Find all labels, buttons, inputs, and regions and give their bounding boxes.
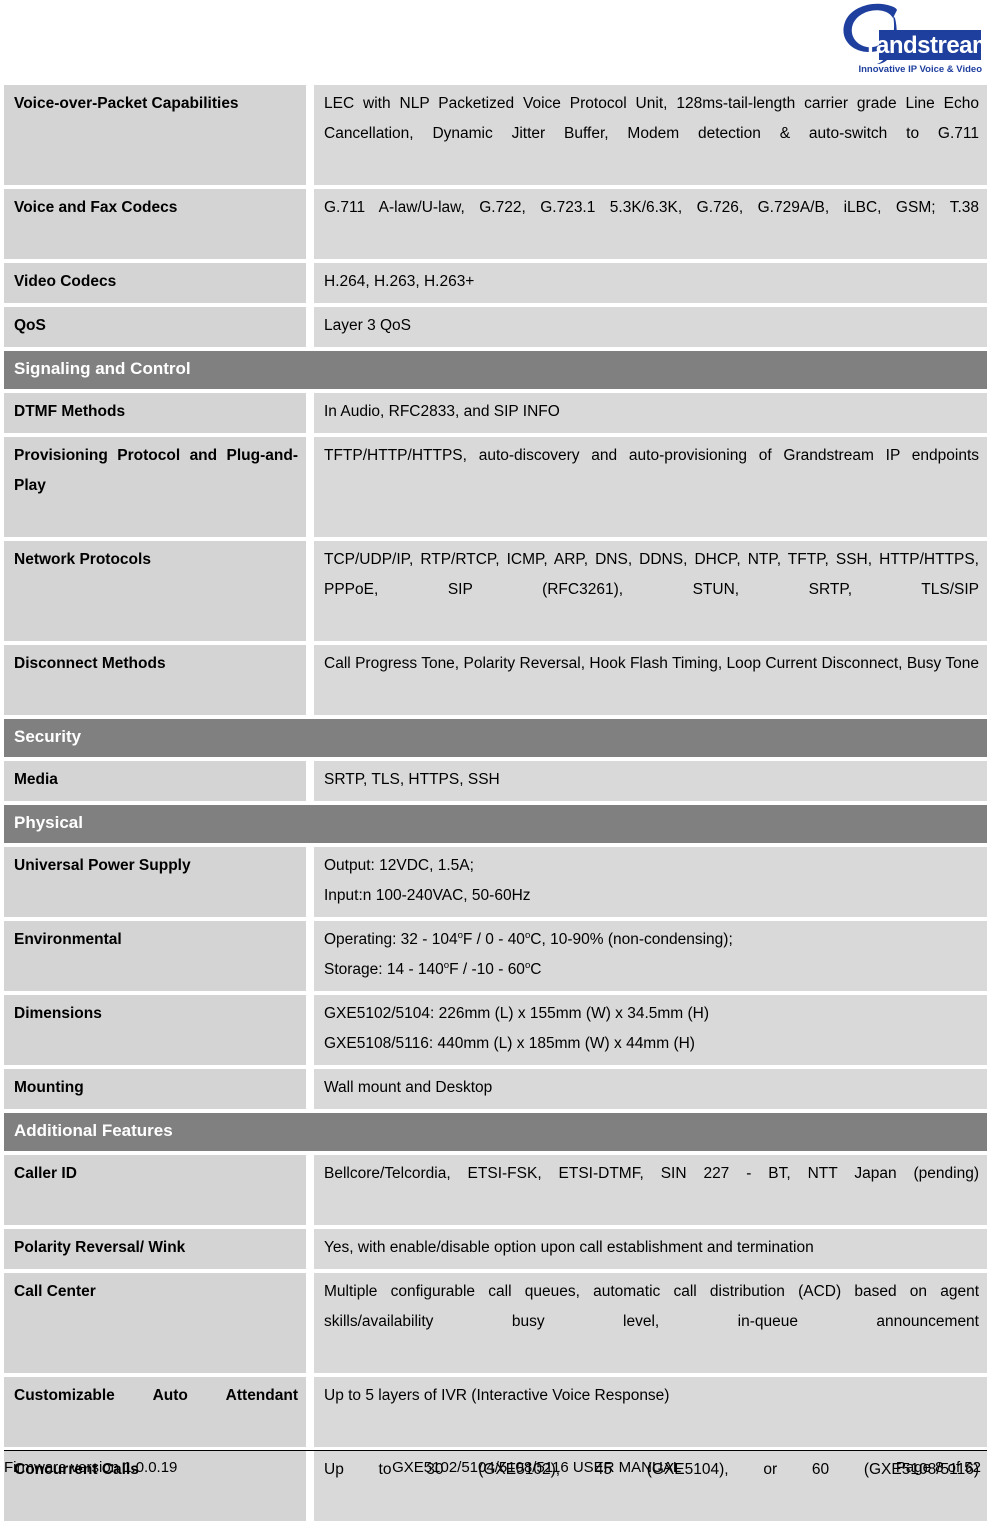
spec-label: Universal Power Supply [4,847,306,917]
column-gap [306,393,314,433]
spec-label: Mounting [4,1069,306,1109]
column-gap [306,307,314,347]
column-gap [306,189,314,259]
spec-label: Caller ID [4,1155,306,1225]
spec-label: QoS [4,307,306,347]
section-header-row: Signaling and Control [4,351,987,389]
column-gap [306,1273,314,1373]
footer-manual-title: GXE5102/5104/5108/5116 USER MANUAL [392,1459,682,1476]
spec-value: Operating: 32 - 104oF / 0 - 40oC, 10-90%… [314,921,987,991]
spec-row: Caller ID Bellcore/Telcordia, ETSI-FSK, E… [4,1155,987,1225]
column-gap [306,85,314,185]
spec-value: In Audio, RFC2833, and SIP INFO [314,393,987,433]
footer-firmware-version: Firmware version 1.0.0.19 [4,1459,178,1476]
column-gap [306,437,314,537]
spec-row: Disconnect Methods Call Progress Tone, Po… [4,645,987,715]
spec-value: TCP/UDP/IP, RTP/RTCP, ICMP, ARP, DNS, DD… [314,541,987,641]
spec-label: Network Protocols [4,541,306,641]
spec-value: H.264, H.263, H.263+ [314,263,987,303]
section-header-row: Security [4,719,987,757]
spec-row: QoS Layer 3 QoS [4,307,987,347]
section-header-label: Signaling and Control [4,351,987,389]
column-gap [306,541,314,641]
column-gap [306,1069,314,1109]
spec-value: Layer 3 QoS [314,307,987,347]
spec-value: Call Progress Tone, Polarity Reversal, H… [314,645,987,715]
spec-value: GXE5102/5104: 226mm (L) x 155mm (W) x 34… [314,995,987,1065]
section-header-row: Physical [4,805,987,843]
spec-value: TFTP/HTTP/HTTPS, auto-discovery and auto… [314,437,987,537]
spec-row: Video Codecs H.264, H.263, H.263+ [4,263,987,303]
column-gap [306,1155,314,1225]
spec-row: DTMF Methods In Audio, RFC2833, and SIP I… [4,393,987,433]
spec-value: Output: 12VDC, 1.5A; Input:n 100-240VAC, … [314,847,987,917]
column-gap [306,847,314,917]
spec-row: Universal Power Supply Output: 12VDC, 1.5… [4,847,987,917]
spec-row: Voice and Fax Codecs G.711 A-law/U-law, G… [4,189,987,259]
spec-label: DTMF Methods [4,393,306,433]
spec-row: Call Center Multiple configurable call qu… [4,1273,987,1373]
spec-value: Wall mount and Desktop [314,1069,987,1109]
spec-label: Disconnect Methods [4,645,306,715]
footer-page-number: Page 8 of 52 [895,1459,981,1476]
spec-label: Polarity Reversal/ Wink [4,1229,306,1269]
spec-row: Polarity Reversal/ Wink Yes, with enable/… [4,1229,987,1269]
spec-row: Environmental Operating: 32 - 104oF / 0 -… [4,921,987,991]
column-gap [306,645,314,715]
column-gap [306,921,314,991]
spec-label: Media [4,761,306,801]
spec-label: Voice-over-Packet Capabilities [4,85,306,185]
section-header-label: Physical [4,805,987,843]
spec-row: Network Protocols TCP/UDP/IP, RTP/RTCP, I… [4,541,987,641]
specifications-table: Voice-over-Packet Capabilities LEC with N… [4,85,987,1521]
page-footer: Firmware version 1.0.0.19 GXE5102/5104/5… [4,1450,987,1479]
spec-row: Voice-over-Packet Capabilities LEC with N… [4,85,987,185]
section-header-label: Additional Features [4,1113,987,1151]
svg-text:randstream: randstream [867,32,983,59]
spec-value: Up to 5 layers of IVR (Interactive Voice… [314,1377,987,1447]
section-header-label: Security [4,719,987,757]
column-gap [306,761,314,801]
spec-label: Environmental [4,921,306,991]
spec-value: Multiple configurable call queues, autom… [314,1273,987,1373]
spec-row: Customizable Auto Attendant Up to 5 layer… [4,1377,987,1447]
section-header-row: Additional Features [4,1113,987,1151]
spec-row: Provisioning Protocol and Plug-and-Play T… [4,437,987,537]
spec-value: LEC with NLP Packetized Voice Protocol U… [314,85,987,185]
column-gap [306,263,314,303]
spec-value: G.711 A-law/U-law, G.722, G.723.1 5.3K/6… [314,189,987,259]
spec-label: Dimensions [4,995,306,1065]
spec-row: Media SRTP, TLS, HTTPS, SSH [4,761,987,801]
spec-value: Bellcore/Telcordia, ETSI-FSK, ETSI-DTMF,… [314,1155,987,1225]
logo-tagline: Innovative IP Voice & Video [858,64,982,75]
spec-label: Voice and Fax Codecs [4,189,306,259]
column-gap [306,1377,314,1447]
spec-row: Mounting Wall mount and Desktop [4,1069,987,1109]
spec-row: Dimensions GXE5102/5104: 226mm (L) x 155m… [4,995,987,1065]
spec-label: Call Center [4,1273,306,1373]
spec-value: Yes, with enable/disable option upon cal… [314,1229,987,1269]
page-header: randstream Innovative IP Voice & Video [0,0,991,85]
grandstream-logo: randstream Innovative IP Voice & Video [831,2,983,76]
spec-value: SRTP, TLS, HTTPS, SSH [314,761,987,801]
spec-label: Customizable Auto Attendant [4,1377,306,1447]
footer-divider [4,1450,987,1451]
spec-label: Video Codecs [4,263,306,303]
column-gap [306,995,314,1065]
spec-label: Provisioning Protocol and Plug-and-Play [4,437,306,537]
column-gap [306,1229,314,1269]
